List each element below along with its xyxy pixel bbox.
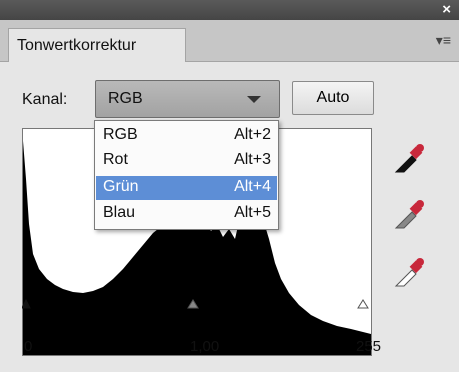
menu-item-blau[interactable]: Blau Alt+5 <box>96 202 277 226</box>
tab-tonwertkorrektur[interactable]: Tonwertkorrektur <box>8 28 186 63</box>
black-point-handle[interactable] <box>21 298 31 309</box>
gamma-handle[interactable] <box>187 299 199 309</box>
channel-select-value: RGB <box>108 90 143 107</box>
menu-item-rot[interactable]: Rot Alt+3 <box>96 149 277 173</box>
close-icon[interactable]: × <box>442 1 451 19</box>
white-point-handle[interactable] <box>357 299 369 309</box>
white-eyedropper-icon[interactable] <box>392 254 428 290</box>
gamma-value[interactable]: 1,00 <box>190 338 219 355</box>
black-point-value[interactable]: 0 <box>24 338 32 355</box>
channel-select[interactable]: RGB <box>95 80 280 118</box>
auto-button[interactable]: Auto <box>292 81 374 115</box>
menu-item-gruen[interactable]: Grün Alt+4 <box>96 176 277 200</box>
tab-strip: Tonwertkorrektur ▾≡ <box>0 20 459 63</box>
menu-item-rgb[interactable]: RGB Alt+2 <box>96 124 277 148</box>
black-eyedropper-icon[interactable] <box>392 140 428 176</box>
channel-label: Kanal: <box>22 91 68 108</box>
channel-dropdown-menu: RGB Alt+2 Rot Alt+3 Grün Alt+4 Blau Alt+… <box>94 120 279 230</box>
chevron-down-icon <box>247 96 261 103</box>
panel-menu-icon[interactable]: ▾≡ <box>436 32 451 49</box>
input-levels-slider <box>21 296 372 312</box>
panel-titlebar: × <box>0 0 459 20</box>
white-point-value[interactable]: 255 <box>356 338 381 355</box>
gray-eyedropper-icon[interactable] <box>392 196 428 232</box>
